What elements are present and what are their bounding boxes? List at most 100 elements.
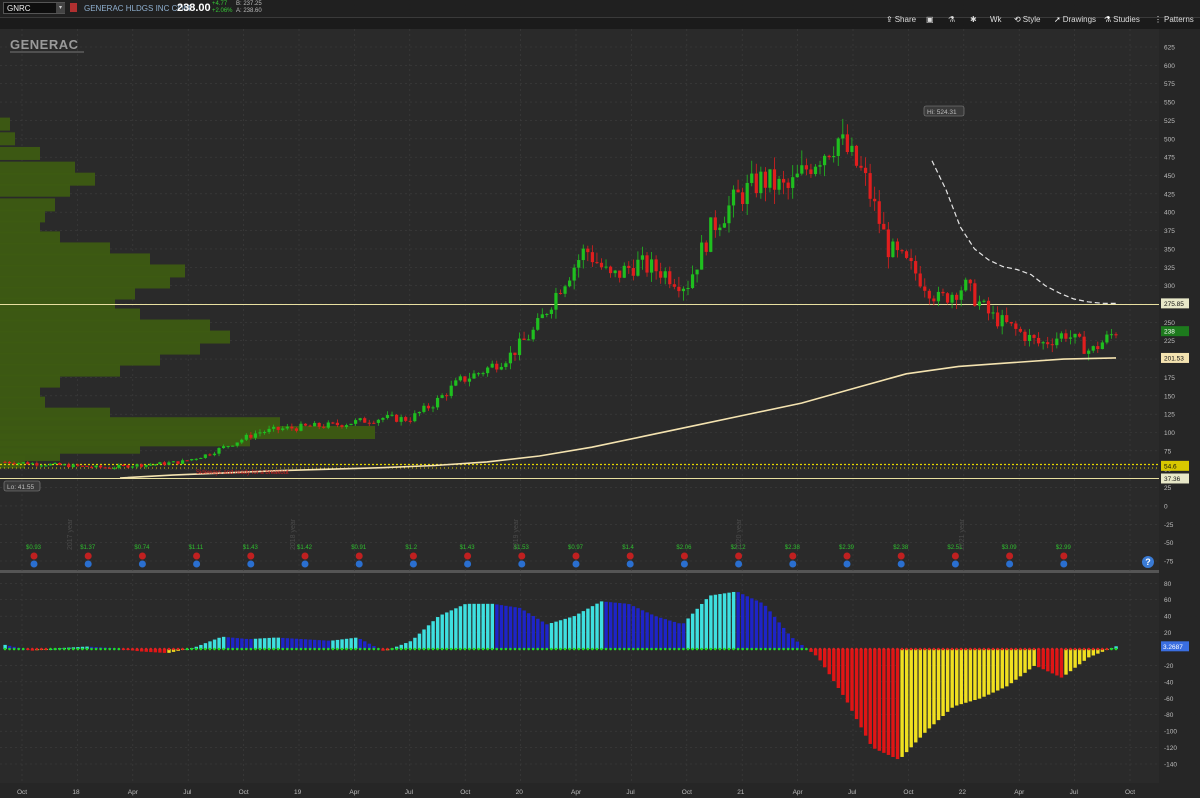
dividend-marker [1006,560,1014,568]
candle [1068,337,1073,339]
candle [486,367,490,374]
help-button[interactable]: ? [1142,556,1154,568]
candle [649,259,654,273]
zero-line-dot [600,647,603,651]
zero-line-dot [964,647,968,651]
candle [372,422,376,424]
zero-line-dot [185,647,189,651]
price-tick-label: 525 [1164,118,1175,125]
osc-tick-label: -60 [1164,696,1174,703]
oscillator-bar [581,611,586,649]
oscillator-bar [1068,649,1073,672]
zero-line-dot [714,647,717,651]
earnings-value: $1.11 [189,545,204,551]
oscillator-bar [845,649,850,703]
oscillator-bar [449,610,454,649]
candle [376,419,380,423]
candle [891,241,895,258]
earnings-value: $1.37 [80,545,96,551]
zero-line-dot [67,647,71,651]
oscillator-bar [782,627,786,649]
candle [900,250,904,252]
zero-line-dot [445,647,448,651]
candle [608,266,613,274]
zero-line-dot [1019,647,1022,651]
candle [394,414,399,422]
oscillator-bar [426,625,431,649]
candle [1091,346,1095,351]
zero-line-dot [622,647,626,651]
oscillator-bar [713,594,718,649]
price-tick-label: 100 [1164,430,1175,437]
earnings-value: $2.38 [785,545,801,551]
chart-canvas[interactable]: $0.93 $1.37 $0.74 $1.11 $1.43 $1.42 $0.91 $1.2 $… [0,0,1200,798]
zero-line-dot [818,647,822,651]
oscillator-bar [731,591,736,649]
dividend-marker [626,560,634,568]
candle [99,465,103,468]
zero-line-dot [299,647,303,651]
candle [422,405,426,412]
zero-line-dot [691,647,694,651]
price-panel[interactable] [0,29,1159,570]
volume-profile-bar [0,146,40,160]
zero-line-dot [978,647,981,651]
oscillator-bar [308,639,312,649]
candle [299,423,303,431]
earnings-marker [680,552,688,560]
zero-line-dot [641,647,644,651]
candle [695,269,699,275]
panel-divider[interactable] [0,570,1200,573]
zero-line-dot [449,647,453,651]
zero-line-dot [181,647,184,651]
candle [1041,342,1045,344]
zero-line-dot [905,647,908,651]
oscillator-bar [249,639,253,649]
earnings-value: $1.2 [405,545,417,551]
zero-line-dot [153,647,157,651]
hi-label: Hi: 524.31 [927,109,957,116]
candle [577,260,581,268]
candle [285,426,289,429]
candle [599,262,604,268]
candle [631,268,635,276]
zero-line-dot [99,647,102,651]
oscillator-bar [955,649,959,706]
oscillator-bar [231,637,235,649]
zero-line-dot [896,647,899,651]
candle [841,134,845,139]
zero-line-dot [345,647,348,651]
zero-line-dot [563,647,567,651]
candle [108,467,112,469]
oscillator-bar [344,638,349,649]
oscillator-bar [786,633,790,649]
zero-line-dot [950,647,954,651]
dividend-marker [789,560,797,568]
oscillator-bar [303,639,308,649]
zero-line-dot [1023,647,1027,651]
earnings-marker [789,552,797,560]
candle [112,467,116,469]
candle [144,464,148,467]
zero-line-dot [381,647,385,651]
oscillator-bar [235,638,240,649]
candle [863,167,868,174]
candle [313,422,317,427]
x-tick-label: Jul [183,789,192,796]
zero-line-dot [1046,647,1050,651]
candle [581,248,585,261]
dividend-marker [247,560,255,568]
x-tick-label: Apr [128,789,139,796]
candle [950,294,954,303]
zero-line-dot [436,647,439,651]
zero-line-dot [295,647,298,651]
zero-line-dot [745,647,749,651]
oscillator-bar [267,637,271,649]
zero-line-dot [1078,647,1081,651]
oscillator-bar [454,608,458,649]
candle [531,329,535,340]
price-tick-label: 625 [1164,45,1175,52]
zero-line-dot [85,647,89,651]
zero-line-dot [3,647,7,651]
zero-line-dot [21,647,25,651]
